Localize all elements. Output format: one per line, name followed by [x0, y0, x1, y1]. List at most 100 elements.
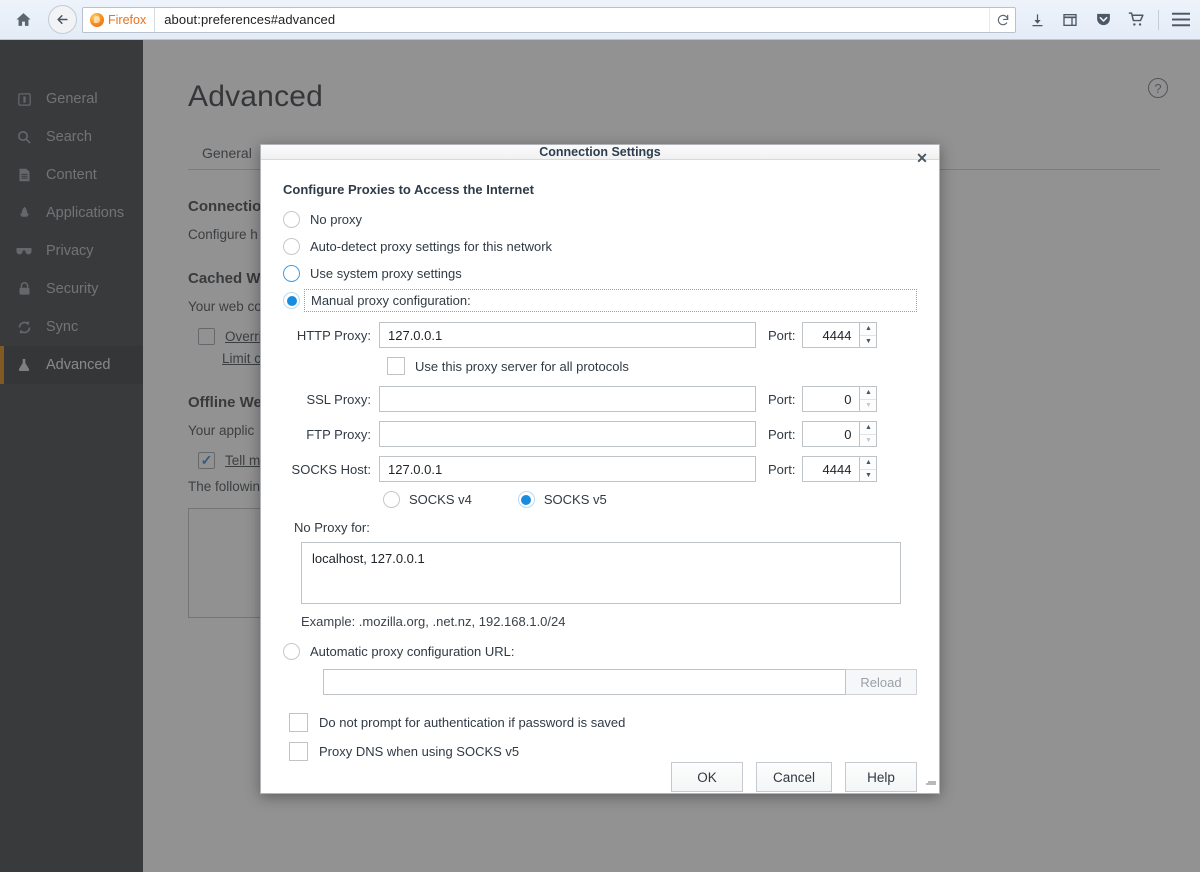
url-text[interactable]: about:preferences#advanced: [155, 12, 335, 27]
ok-button[interactable]: OK: [671, 762, 743, 792]
home-icon[interactable]: [8, 5, 38, 35]
radio-auto-detect-label: Auto-detect proxy settings for this netw…: [310, 239, 552, 254]
http-proxy-input[interactable]: 127.0.0.1: [379, 322, 756, 348]
ssl-proxy-label: SSL Proxy:: [283, 392, 379, 407]
brand-label: Firefox: [108, 13, 146, 27]
spin-up-icon[interactable]: ▲: [860, 422, 876, 434]
http-port-value[interactable]: 4444: [802, 322, 860, 348]
ftp-proxy-label: FTP Proxy:: [283, 427, 379, 442]
ftp-port-spin-buttons[interactable]: ▲ ▼: [860, 421, 877, 447]
http-port-label: Port:: [756, 328, 802, 343]
spin-down-icon[interactable]: ▼: [860, 335, 876, 348]
http-proxy-label: HTTP Proxy:: [283, 328, 379, 343]
radio-pac-url-label: Automatic proxy configuration URL:: [310, 644, 514, 659]
radio-auto-detect-control[interactable]: [283, 238, 300, 255]
socks-port-value[interactable]: 4444: [802, 456, 860, 482]
help-button[interactable]: Help: [845, 762, 917, 792]
proxy-group-heading: Configure Proxies to Access the Internet: [283, 182, 917, 197]
proxy-dns-label: Proxy DNS when using SOCKS v5: [319, 744, 519, 759]
proxy-dns-checkbox[interactable]: [289, 742, 308, 761]
socks-host-row: SOCKS Host: 127.0.0.1 Port: 4444 ▲ ▼: [283, 456, 917, 482]
ssl-proxy-input[interactable]: [379, 386, 756, 412]
toolbar-icon-group: [1022, 5, 1200, 35]
radio-no-proxy-label: No proxy: [310, 212, 362, 227]
pac-url-input[interactable]: [323, 669, 846, 695]
spin-down-icon[interactable]: ▼: [860, 469, 876, 482]
proxy-dns-row[interactable]: Proxy DNS when using SOCKS v5: [289, 742, 917, 761]
radio-manual-proxy-control[interactable]: [283, 292, 300, 309]
radio-pac-url[interactable]: Automatic proxy configuration URL:: [283, 643, 917, 660]
radio-manual-proxy[interactable]: Manual proxy configuration:: [283, 287, 917, 314]
radio-socks-v5[interactable]: SOCKS v5: [518, 491, 607, 508]
cart-icon[interactable]: [1121, 5, 1151, 35]
manual-proxy-fields: HTTP Proxy: 127.0.0.1 Port: 4444 ▲ ▼ Use…: [283, 322, 917, 629]
radio-socks-v4-control[interactable]: [383, 491, 400, 508]
radio-socks-v5-label: SOCKS v5: [544, 492, 607, 507]
ssl-proxy-row: SSL Proxy: Port: 0 ▲ ▼: [283, 386, 917, 412]
spin-down-icon: ▼: [860, 434, 876, 447]
ftp-port-label: Port:: [756, 427, 802, 442]
ftp-proxy-row: FTP Proxy: Port: 0 ▲ ▼: [283, 421, 917, 447]
spin-down-icon: ▼: [860, 399, 876, 412]
no-proxy-for-label: No Proxy for:: [294, 520, 917, 535]
pocket-icon[interactable]: [1088, 5, 1118, 35]
download-icon[interactable]: [1022, 5, 1052, 35]
dialog-footer: OK Cancel Help: [261, 761, 939, 793]
dialog-body: Configure Proxies to Access the Internet…: [261, 160, 939, 761]
dialog-titlebar: Connection Settings ✕: [261, 145, 939, 160]
spin-up-icon[interactable]: ▲: [860, 387, 876, 399]
socks-host-label: SOCKS Host:: [283, 462, 379, 477]
radio-system-proxy[interactable]: Use system proxy settings: [283, 260, 917, 287]
ssl-port-value[interactable]: 0: [802, 386, 860, 412]
http-proxy-row: HTTP Proxy: 127.0.0.1 Port: 4444 ▲ ▼: [283, 322, 917, 348]
spin-up-icon[interactable]: ▲: [860, 323, 876, 335]
no-auth-prompt-row[interactable]: Do not prompt for authentication if pass…: [289, 713, 917, 732]
firefox-brand-chip: Firefox: [83, 8, 155, 32]
back-arrow-icon[interactable]: [48, 5, 77, 34]
http-port-spin-buttons[interactable]: ▲ ▼: [860, 322, 877, 348]
radio-manual-proxy-focus-ring: Manual proxy configuration:: [304, 289, 917, 312]
ssl-port-stepper[interactable]: 0 ▲ ▼: [802, 386, 877, 412]
radio-system-proxy-control[interactable]: [283, 265, 300, 282]
radio-manual-proxy-label: Manual proxy configuration:: [311, 293, 471, 308]
radio-socks-v5-control[interactable]: [518, 491, 535, 508]
ftp-port-stepper[interactable]: 0 ▲ ▼: [802, 421, 877, 447]
ssl-port-label: Port:: [756, 392, 802, 407]
no-proxy-for-textarea[interactable]: localhost, 127.0.0.1: [301, 542, 901, 604]
radio-auto-detect[interactable]: Auto-detect proxy settings for this netw…: [283, 233, 917, 260]
url-bar[interactable]: Firefox about:preferences#advanced: [82, 7, 1016, 33]
socks-port-label: Port:: [756, 462, 802, 477]
browser-toolbar: Firefox about:preferences#advanced: [0, 0, 1200, 40]
radio-socks-v4[interactable]: SOCKS v4: [383, 491, 472, 508]
connection-settings-dialog: Connection Settings ✕ Configure Proxies …: [260, 144, 940, 794]
dialog-title: Connection Settings: [539, 145, 661, 159]
all-protocols-row[interactable]: Use this proxy server for all protocols: [387, 357, 917, 375]
cancel-button[interactable]: Cancel: [756, 762, 832, 792]
pac-url-row: Reload: [323, 669, 917, 695]
hamburger-menu-icon[interactable]: [1166, 5, 1196, 35]
http-port-stepper[interactable]: 4444 ▲ ▼: [802, 322, 877, 348]
no-auth-prompt-label: Do not prompt for authentication if pass…: [319, 715, 625, 730]
radio-pac-url-control[interactable]: [283, 643, 300, 660]
radio-socks-v4-label: SOCKS v4: [409, 492, 472, 507]
ftp-proxy-input[interactable]: [379, 421, 756, 447]
radio-system-proxy-label: Use system proxy settings: [310, 266, 462, 281]
socks-version-group: SOCKS v4 SOCKS v5: [383, 491, 917, 508]
ftp-port-value[interactable]: 0: [802, 421, 860, 447]
no-auth-prompt-checkbox[interactable]: [289, 713, 308, 732]
socks-port-stepper[interactable]: 4444 ▲ ▼: [802, 456, 877, 482]
radio-no-proxy-control[interactable]: [283, 211, 300, 228]
reload-icon[interactable]: [989, 8, 1015, 32]
pac-reload-button: Reload: [846, 669, 917, 695]
toolbar-divider: [1158, 10, 1159, 30]
no-proxy-example-text: Example: .mozilla.org, .net.nz, 192.168.…: [301, 614, 917, 629]
ssl-port-spin-buttons[interactable]: ▲ ▼: [860, 386, 877, 412]
socks-port-spin-buttons[interactable]: ▲ ▼: [860, 456, 877, 482]
resize-grip[interactable]: [924, 779, 936, 791]
sidebar-icon[interactable]: [1055, 5, 1085, 35]
radio-no-proxy[interactable]: No proxy: [283, 206, 917, 233]
all-protocols-checkbox[interactable]: [387, 357, 405, 375]
all-protocols-label: Use this proxy server for all protocols: [415, 359, 629, 374]
spin-up-icon[interactable]: ▲: [860, 457, 876, 469]
socks-host-input[interactable]: 127.0.0.1: [379, 456, 756, 482]
